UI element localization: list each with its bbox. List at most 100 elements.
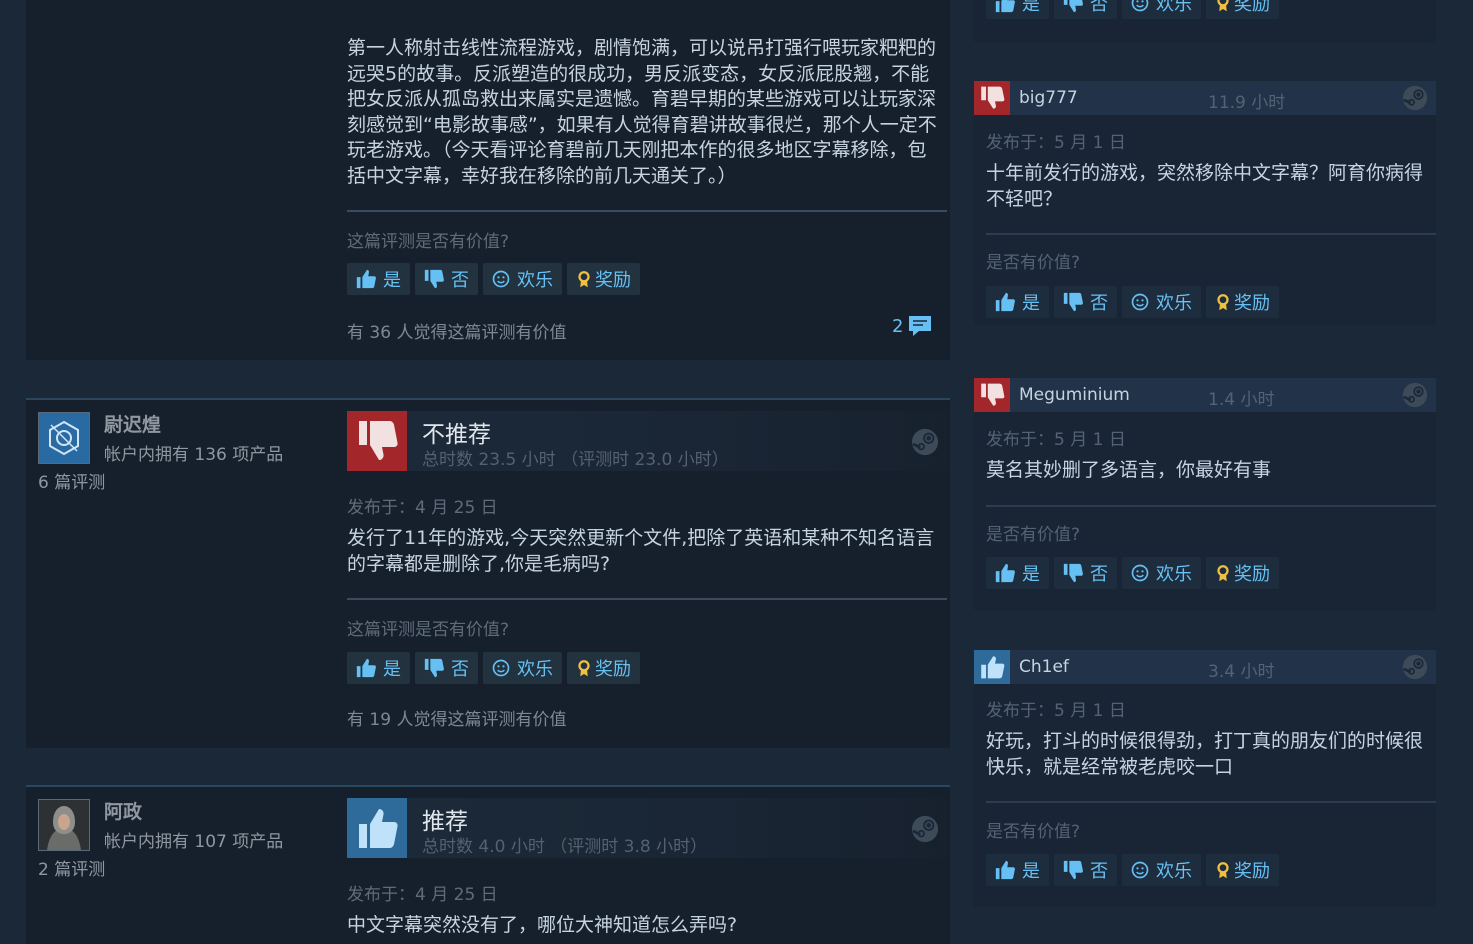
smiley-icon [491,269,511,289]
vote-funny-label: 欢乐 [517,659,553,680]
steam-logo-icon [911,815,939,843]
vote-no-button[interactable]: 否 [1054,557,1117,589]
vote-no-button[interactable]: 否 [1054,286,1117,318]
vote-yes-button[interactable]: 是 [986,854,1049,886]
vote-no-button[interactable]: 否 [1054,854,1117,886]
recent-review-card: Ch1ef 3.4 小时 发布于：5 月 1 日 好玩，打斗的时候很得劲，打丁真… [974,650,1436,907]
verdict-title: 推荐 [422,809,468,835]
vote-funny-button[interactable]: 欢乐 [1122,0,1201,19]
review-text: 中文字幕突然没有了，哪位大神知道怎么弄吗? [347,914,738,936]
avatar[interactable] [38,799,90,851]
comment-link[interactable]: 2 [892,314,933,338]
helpful-question: 是否有价值? [986,525,1081,545]
helpful-question: 这篇评测是否有价值? [347,232,510,252]
thumbs-down-icon [974,81,1010,115]
recent-review-header[interactable]: big777 11.9 小时 [974,81,1436,115]
vote-yes-label: 是 [1022,293,1040,314]
vote-funny-button[interactable]: 欢乐 [1122,286,1201,318]
award-label: 奖励 [1234,564,1270,585]
playtime: 11.9 小时 [1208,93,1286,113]
posted-date: 发布于：4 月 25 日 [347,885,498,905]
vote-funny-button[interactable]: 欢乐 [483,652,562,684]
smiley-icon [1130,563,1150,583]
review-text: 好玩，打斗的时候很得劲，打丁真的朋友们的时候很快乐，就是经常被老虎咬一口 [986,730,1424,778]
divider [347,598,947,600]
thumbs-up-icon [974,650,1010,684]
vote-no-button[interactable]: 否 [415,652,478,684]
smiley-icon [1130,860,1150,880]
user-name[interactable]: 阿政 [104,797,142,824]
vote-yes-button[interactable]: 是 [986,557,1049,589]
vote-funny-label: 欢乐 [1156,564,1192,585]
user-products[interactable]: 帐户内拥有 107 项产品 [104,827,283,852]
vote-no-label: 否 [1090,293,1108,314]
award-button[interactable]: 奖励 [1206,854,1279,886]
smiley-icon [1130,0,1150,13]
award-button[interactable]: 奖励 [1206,557,1279,589]
posted-date: 发布于：5 月 1 日 [986,701,1126,721]
recent-review-card: Meguminium 1.4 小时 发布于：5 月 1 日 莫名其妙删了多语言，… [974,378,1436,610]
award-label: 奖励 [595,270,631,291]
vote-no-label: 否 [1090,564,1108,585]
user-review-count[interactable]: 2 篇评测 [38,855,105,880]
divider [986,233,1436,235]
vote-no-label: 否 [1090,861,1108,882]
posted-date: 发布于：4 月 25 日 [347,498,498,518]
steam-logo-icon [1402,85,1428,111]
vote-funny-button[interactable]: 欢乐 [1122,854,1201,886]
user-products[interactable]: 帐户内拥有 136 项产品 [104,440,283,465]
vote-buttons: 是 否 欢乐 奖励 [986,286,1279,318]
vote-yes-button[interactable]: 是 [986,0,1049,19]
vote-funny-button[interactable]: 欢乐 [1122,557,1201,589]
user-review-count[interactable]: 6 篇评测 [38,468,105,493]
thumbs-up-icon [355,657,377,679]
vote-no-button[interactable]: 否 [415,263,478,295]
award-icon [575,658,593,678]
vote-no-label: 否 [1090,0,1108,15]
award-label: 奖励 [595,659,631,680]
verdict-header[interactable]: 不推荐 总时数 23.5 小时 （评测时 23.0 小时） [347,411,947,471]
vote-no-label: 否 [451,270,469,291]
vote-funny-button[interactable]: 欢乐 [483,263,562,295]
recent-review-header[interactable]: Meguminium 1.4 小时 [974,378,1436,412]
verdict-header[interactable]: 推荐 总时数 4.0 小时 （评测时 3.8 小时） [347,798,947,858]
vote-yes-label: 是 [383,659,401,680]
award-label: 奖励 [1234,0,1270,15]
vote-no-button[interactable]: 否 [1054,0,1117,19]
vote-yes-label: 是 [1022,564,1040,585]
award-button[interactable]: 奖励 [567,652,640,684]
thumbs-down-icon [347,411,407,471]
vote-buttons: 是 否 欢乐 奖励 [986,557,1279,589]
thumbs-up-icon [355,268,377,290]
award-icon [1214,292,1232,312]
vote-yes-button[interactable]: 是 [347,652,410,684]
award-button[interactable]: 奖励 [1206,0,1279,19]
reviewer-name: big777 [1019,88,1078,108]
thumbs-up-icon [994,0,1016,14]
review-card-1: 第一人称射击线性流程游戏，剧情饱满，可以说吊打强行喂玩家粑粑的远哭5的故事。反派… [26,0,950,360]
vote-yes-button[interactable]: 是 [347,263,410,295]
vote-yes-label: 是 [1022,0,1040,15]
divider [347,210,947,212]
helpful-question: 是否有价值? [986,822,1081,842]
steam-logo-icon [1402,382,1428,408]
award-button[interactable]: 奖励 [1206,286,1279,318]
review-card-2: 尉迟煌 帐户内拥有 136 项产品 6 篇评测 不推荐 总时数 23.5 小时 … [26,398,950,748]
thumbs-down-icon [1062,562,1084,584]
recent-review-header[interactable]: Ch1ef 3.4 小时 [974,650,1436,684]
review-card-3: 阿政 帐户内拥有 107 项产品 2 篇评测 推荐 总时数 4.0 小时 （评测… [26,785,950,944]
vote-buttons: 是 否 欢乐 奖励 [986,854,1279,886]
vote-yes-button[interactable]: 是 [986,286,1049,318]
recent-review-card: big777 11.9 小时 发布于：5 月 1 日 十年前发行的游戏，突然移除… [974,81,1436,326]
divider [986,505,1436,507]
playtime: 3.4 小时 [1208,662,1275,682]
award-button[interactable]: 奖励 [567,263,640,295]
avatar[interactable] [38,412,90,464]
helpful-question: 这篇评测是否有价值? [347,620,510,640]
steam-logo-icon [1402,654,1428,680]
thumbs-up-icon [347,798,407,858]
avatar-portrait-icon [39,800,89,850]
recent-review-partial: 是 否 欢乐 奖励 [974,0,1436,42]
posted-date: 发布于：5 月 1 日 [986,133,1126,153]
user-name[interactable]: 尉迟煌 [104,410,161,437]
